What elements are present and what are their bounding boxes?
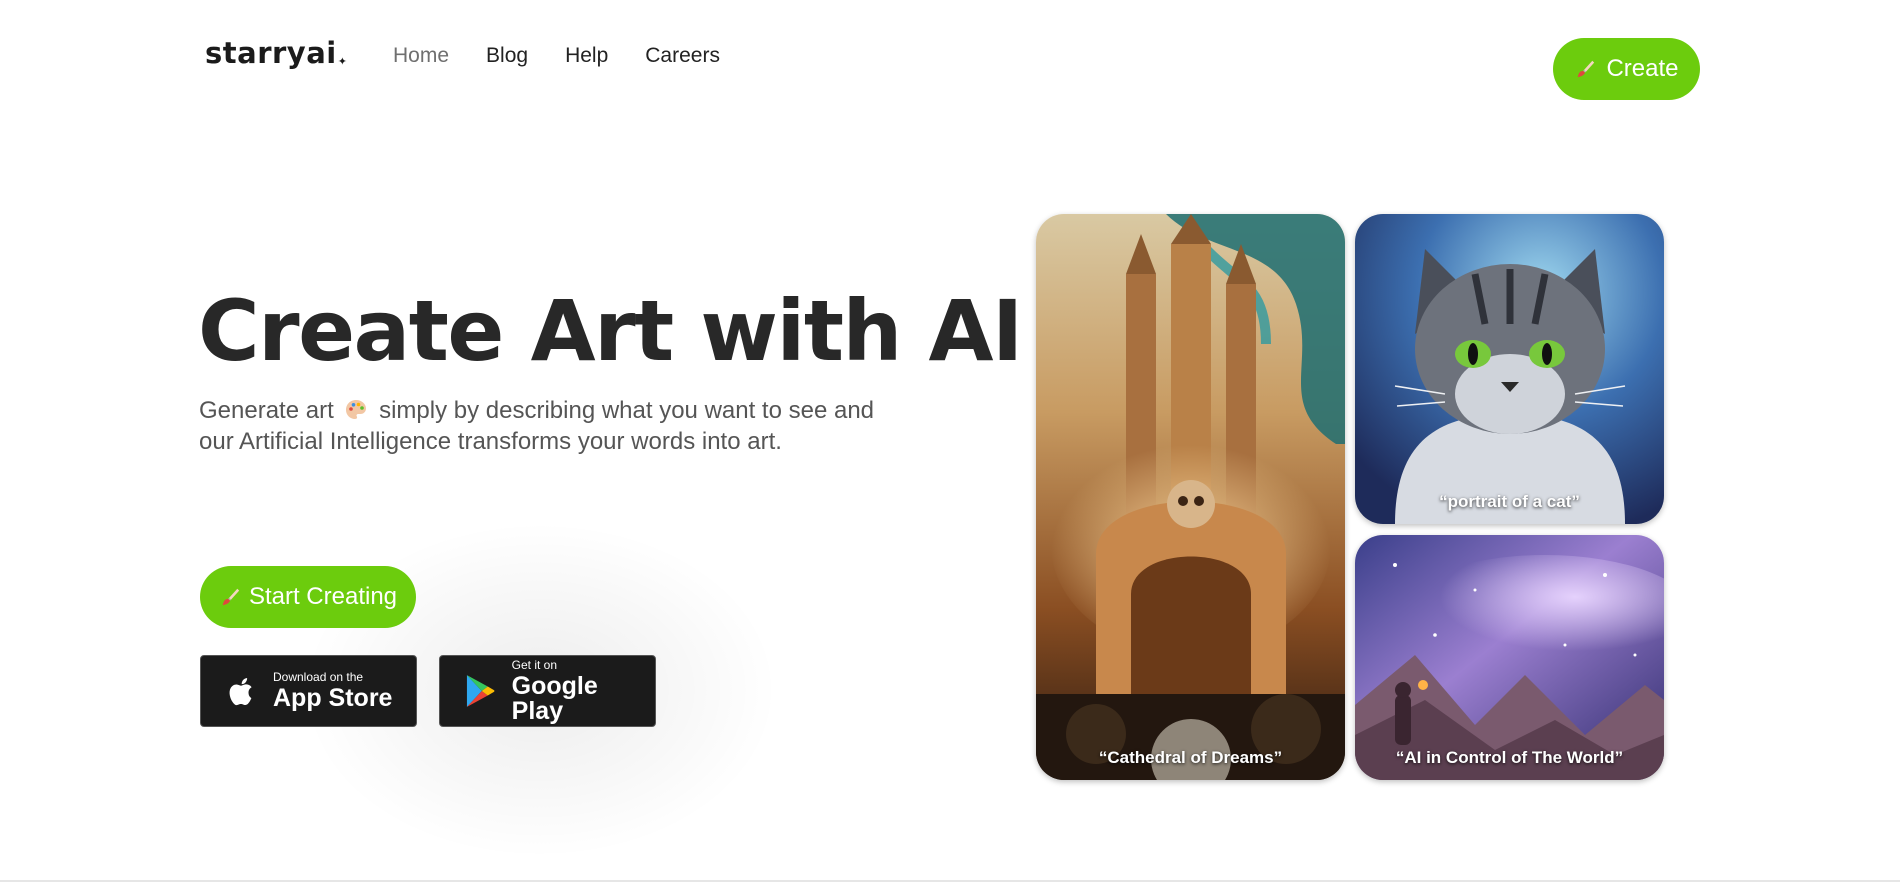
paintbrush-icon [1578,60,1595,78]
start-creating-button[interactable]: Start Creating [200,566,416,628]
main-nav: Home Blog Help Careers [393,44,720,68]
space-artwork [1355,535,1664,780]
app-store-big-text: App Store [273,684,393,712]
app-store-badge[interactable]: Download on the App Store [200,655,417,727]
gallery-caption: “portrait of a cat” [1439,492,1580,511]
gallery-card-space: “AI in Control of The World” [1355,535,1664,780]
nav-item-blog[interactable]: Blog [486,44,528,68]
hero-subtitle: Generate art simply by describing what y… [199,395,899,457]
app-store-small-text: Download on the [273,670,364,684]
gallery-card-cathedral: “Cathedral of Dreams” [1036,214,1345,780]
google-play-small-text: Get it on [511,657,558,672]
app-store-text: Download on the App Store [273,671,392,711]
star-icon: ✦ [337,55,348,68]
gallery-card-cat: “portrait of a cat” [1355,214,1664,524]
brand-logo-text: starryai [205,36,337,70]
cat-artwork [1355,214,1664,524]
apple-icon [229,678,252,706]
gallery-caption: “AI in Control of The World” [1395,748,1624,767]
brand-logo[interactable]: starryai✦ [205,36,347,70]
cathedral-artwork [1036,214,1345,780]
nav-item-home[interactable]: Home [393,44,449,68]
gallery-caption: “Cathedral of Dreams” [1098,748,1283,767]
hero-title: Create Art with AI [198,282,1023,380]
create-button[interactable]: Create [1553,38,1700,100]
paintbrush-icon [222,588,240,606]
start-creating-label: Start Creating [248,583,398,610]
hero-subtitle-start: Generate art [199,397,334,424]
google-play-badge[interactable]: Get it on Google Play [439,655,656,727]
google-play-big-text: Google Play [511,671,598,725]
nav-item-help[interactable]: Help [565,44,608,68]
google-play-icon [466,675,495,707]
nav-item-careers[interactable]: Careers [645,44,720,68]
palette-icon [346,400,367,419]
create-button-label: Create [1606,55,1679,82]
google-play-text: Get it on Google Play [512,659,655,724]
